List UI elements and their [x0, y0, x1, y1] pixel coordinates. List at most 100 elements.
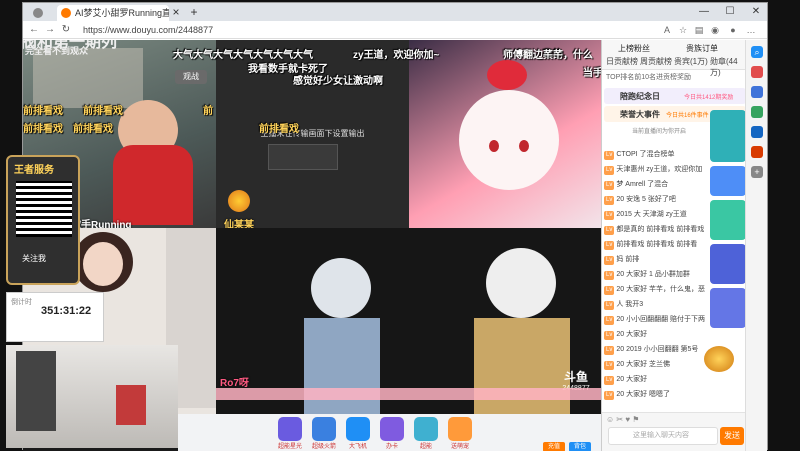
- side-card-vote[interactable]: [710, 200, 746, 240]
- chat-message[interactable]: Lv 20 大家好: [604, 375, 710, 385]
- chat-message-text: 人 我开3: [616, 301, 644, 308]
- chat-message[interactable]: Lv 前排看戏 前排看戏 前排看: [604, 240, 710, 250]
- more-icon[interactable]: …: [745, 24, 757, 36]
- tab-inactive[interactable]: [29, 5, 55, 21]
- rank-tab-noble[interactable]: 贵族订单: [686, 43, 718, 54]
- gift-item[interactable]: [278, 417, 302, 441]
- qr-caption: 关注我: [22, 254, 46, 263]
- rank-tab-fans[interactable]: 上榜粉丝: [618, 43, 650, 54]
- subtab-daily[interactable]: 日贡献榜: [606, 56, 638, 67]
- add-sidebar-icon[interactable]: +: [751, 166, 763, 178]
- chat-message-text: 妈 前排: [616, 256, 640, 263]
- crown-badge-icon: [228, 190, 250, 212]
- chat-message[interactable]: Lv 2015 大 天津湖 zy王道: [604, 210, 710, 220]
- tools-icon[interactable]: [751, 86, 763, 98]
- vtuber3-head: [486, 248, 556, 318]
- chat-message[interactable]: Lv 20 大家好: [604, 330, 710, 340]
- chat-message[interactable]: Lv 人 我开3: [604, 300, 710, 310]
- chat-message[interactable]: Lv 20 大家好 芝兰佛: [604, 360, 710, 370]
- outlook-icon[interactable]: [751, 146, 763, 158]
- level-badge: Lv: [604, 391, 615, 400]
- emoji-toolbar[interactable]: ☺ ✂ ♥ ⚑: [606, 415, 639, 424]
- level-badge: Lv: [604, 256, 615, 265]
- video-cell-vtuber1[interactable]: [409, 40, 601, 228]
- gift-bar: 超能星光 超级火箭 大飞机 办卡 超能 送萌宠: [178, 414, 601, 451]
- profile-icon[interactable]: ●: [727, 24, 739, 36]
- chat-message-text: 天津惠州 zy王道，欢迎你加: [616, 166, 703, 173]
- gift-item[interactable]: [380, 417, 404, 441]
- danmaku-item: zy王道，欢迎你加~: [353, 50, 440, 61]
- chat-message[interactable]: Lv 20 小小回翻翻翻 赔付于下两: [604, 315, 710, 325]
- minimize-button[interactable]: —: [691, 3, 717, 21]
- face-shape: [83, 242, 123, 286]
- chat-message-text: 20 大家好 嗯嗯了: [616, 391, 671, 398]
- watch-button[interactable]: 观战: [175, 70, 207, 84]
- room-camera-overlay: [6, 345, 178, 448]
- extensions-icon[interactable]: ◉: [709, 24, 721, 36]
- pk-progress-bar: [216, 388, 601, 400]
- side-card-welfare[interactable]: [710, 244, 746, 284]
- search-icon[interactable]: ⌕: [751, 46, 763, 58]
- timer-value: 351:31:22: [41, 305, 92, 317]
- maximize-button[interactable]: ☐: [717, 3, 743, 21]
- chat-message-text: 20 大家好: [616, 331, 648, 338]
- qr-overlay: 王者服务 关注我: [6, 155, 80, 285]
- read-aloud-icon[interactable]: A: [661, 24, 673, 36]
- chat-message[interactable]: Lv 20 2019 小小回翻翻 第5号: [604, 345, 710, 355]
- level-badge: Lv: [604, 226, 615, 235]
- gift-label: 超能: [419, 444, 432, 450]
- streamer2-name: 仙某某: [224, 220, 254, 228]
- subtab-weekly[interactable]: 周贡献榜: [640, 56, 672, 67]
- gift-item[interactable]: [448, 417, 472, 441]
- gift-item[interactable]: [414, 417, 438, 441]
- tab-bar: AI梦艾小甜罗Running直播 × + — ☐ ✕: [23, 3, 767, 21]
- chat-message[interactable]: Lv 20 大家好 嗯嗯了: [604, 390, 710, 400]
- chat-message[interactable]: Lv 20 安逸 5 张好了吧: [604, 195, 710, 205]
- url-field[interactable]: https://www.douyu.com/2448877: [83, 23, 603, 37]
- vtuber2-head: [311, 258, 371, 318]
- refresh-icon[interactable]: ↻: [59, 23, 73, 37]
- event-banner-1[interactable]: 陪跑纪念日 今日共1412期奖励: [604, 88, 746, 104]
- new-tab-icon[interactable]: +: [181, 3, 207, 21]
- chat-message[interactable]: Lv 20 大家好 芊芊，什么鬼，恶: [604, 285, 710, 295]
- side-card-activity[interactable]: [710, 166, 746, 196]
- danmaku-item: 感觉好少女让激动啊: [293, 76, 383, 87]
- chat-message[interactable]: Lv CTOPI 了混合榜单: [604, 150, 710, 160]
- douyu-favicon-icon: [61, 8, 71, 18]
- forward-icon[interactable]: →: [43, 23, 57, 37]
- chat-message[interactable]: Lv 20 大家好 1 品小群加群: [604, 270, 710, 280]
- shopping-icon[interactable]: [751, 66, 763, 78]
- danmaku-item: 前排看戏: [83, 106, 123, 117]
- gift-label: 超级火箭: [311, 444, 336, 450]
- chat-message[interactable]: Lv 天津惠州 zy王道，欢迎你加: [604, 165, 710, 175]
- chat-message-text: 20 安逸 5 张好了吧: [616, 196, 676, 203]
- chat-message-text: 20 大家好 1 品小群加群: [616, 271, 690, 278]
- level-badge: Lv: [604, 376, 615, 385]
- back-icon[interactable]: ←: [27, 23, 41, 37]
- chat-message[interactable]: Lv 妈 前排: [604, 255, 710, 265]
- video-cell-vtuber-duo[interactable]: 斗鱼 2448877 Ro7呀: [216, 228, 601, 414]
- level-badge: Lv: [604, 181, 615, 190]
- side-card-task[interactable]: [710, 110, 746, 162]
- subtab-vip[interactable]: 贵宾(1万): [674, 56, 708, 67]
- gift-item[interactable]: [346, 417, 370, 441]
- side-cards: [710, 110, 747, 330]
- side-card-recommend[interactable]: [710, 288, 746, 328]
- chat-message[interactable]: Lv 都是真的 前排看戏 前排看戏: [604, 225, 710, 235]
- vtuber-eye-left: [489, 140, 499, 152]
- chat-input[interactable]: 这里输入聊天内容: [608, 427, 718, 445]
- send-button[interactable]: 发送: [720, 427, 744, 445]
- tab-active[interactable]: AI梦艾小甜罗Running直播: [57, 5, 169, 21]
- level-badge: Lv: [604, 316, 615, 325]
- treasure-chest-icon[interactable]: [704, 346, 734, 372]
- subtab-medal[interactable]: 勋章(44万): [710, 56, 747, 78]
- gift-label: 送萌宠: [450, 444, 469, 450]
- collections-icon[interactable]: ▤: [693, 24, 705, 36]
- level-badge: Lv: [604, 151, 615, 160]
- favorite-icon[interactable]: ☆: [677, 24, 689, 36]
- chat-message[interactable]: Lv 梦 Amrell 了混合: [604, 180, 710, 190]
- office-icon[interactable]: [751, 126, 763, 138]
- gift-item[interactable]: [312, 417, 336, 441]
- close-window-button[interactable]: ✕: [743, 3, 769, 21]
- games-icon[interactable]: [751, 106, 763, 118]
